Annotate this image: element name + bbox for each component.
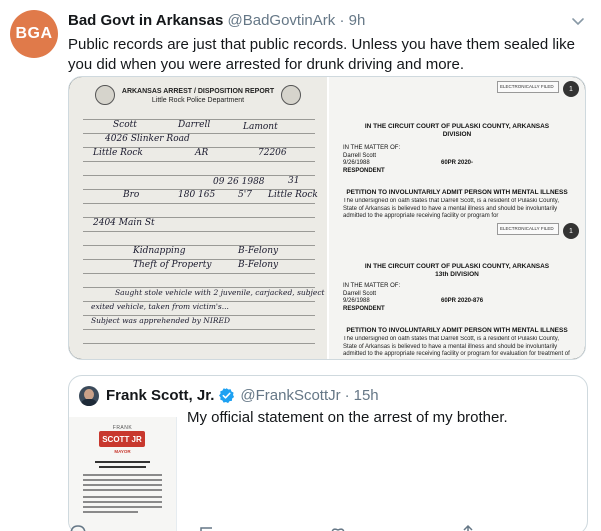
reply-icon[interactable] <box>68 521 88 531</box>
report-form: Scott Darrell Lamont 4026 Slinker Road Lit… <box>83 119 325 349</box>
court-heading: IN THE CIRCUIT COURT OF PULASKI COUNTY, … <box>364 123 550 130</box>
tweet-actions <box>68 521 588 531</box>
tweet-header: Bad Govt in Arkansas @BadGovtinArk · 9h <box>68 12 365 29</box>
efiled-stamp: ELECTRONICALLY FILED <box>497 223 559 235</box>
court-division: 13th DIVISION <box>435 271 479 278</box>
verified-badge-icon <box>218 387 235 404</box>
report-title: ARKANSAS ARREST / DISPOSITION REPORT Lit… <box>121 88 275 104</box>
court-division: DIVISION <box>442 131 472 138</box>
petition-body: The undersigned on oath states that Darr… <box>343 198 560 219</box>
quoted-author-handle[interactable]: @FrankScottJr <box>240 387 340 404</box>
author-display-name[interactable]: Bad Govt in Arkansas <box>68 12 223 29</box>
petition-title: PETITION TO INVOLUNTARILY ADMIT PERSON W… <box>346 327 568 334</box>
header-separator: · <box>339 12 345 29</box>
tweet-timestamp[interactable]: 9h <box>349 12 366 29</box>
tweet-text: Public records are just that public reco… <box>68 36 575 73</box>
quoted-tweet-media[interactable]: FRANK SCOTT JR MAYOR <box>69 417 177 531</box>
like-icon[interactable] <box>328 521 348 531</box>
petition-body: The undersigned on oath states that Darr… <box>343 336 570 359</box>
mayor-logo: SCOTT JR <box>99 431 145 447</box>
quoted-author-display-name[interactable]: Frank Scott, Jr. <box>106 387 214 404</box>
court-petition-image[interactable]: ELECTRONICALLY FILED 1 IN THE CIRCUIT CO… <box>329 77 585 359</box>
share-icon[interactable] <box>458 521 478 531</box>
image-count-badge: 1 <box>563 223 579 239</box>
header-separator: · <box>344 387 350 404</box>
tweet[interactable]: BGA Bad Govt in Arkansas @BadGovtinArk ·… <box>0 0 601 531</box>
logo-sub-text: MAYOR <box>114 449 131 454</box>
quoted-tweet-header: Frank Scott, Jr. @FrankScottJr · 15h <box>106 387 379 404</box>
efiled-stamp: ELECTRONICALLY FILED <box>497 81 559 93</box>
author-handle[interactable]: @BadGovtinArk <box>228 12 336 29</box>
case-number: 60PR 2020-876 <box>441 298 484 304</box>
matter-block: IN THE MATTER OF: Darrell Scott 9/26/198… <box>343 145 401 174</box>
quoted-tweet-timestamp[interactable]: 15h <box>354 387 379 404</box>
court-heading: IN THE CIRCUIT COURT OF PULASKI COUNTY, … <box>364 263 550 270</box>
tweet-media[interactable]: ARKANSAS ARREST / DISPOSITION REPORT Lit… <box>68 76 586 360</box>
chevron-down-icon[interactable] <box>569 12 587 30</box>
case-number: 60PR 2020- <box>441 160 474 166</box>
quoted-tweet-text: My official statement on the arrest of m… <box>187 409 508 426</box>
statement-text-lines <box>83 461 162 516</box>
image-count-badge: 1 <box>563 81 579 97</box>
quoted-tweet[interactable]: Frank Scott, Jr. @FrankScottJr · 15h FRA… <box>68 375 588 531</box>
retweet-icon[interactable] <box>198 521 218 531</box>
author-avatar[interactable]: BGA <box>10 10 58 58</box>
arrest-report-image[interactable]: ARKANSAS ARREST / DISPOSITION REPORT Lit… <box>69 77 329 359</box>
quoted-author-avatar[interactable] <box>79 386 99 406</box>
matter-block: IN THE MATTER OF: Darrell Scott 9/26/198… <box>343 283 401 312</box>
petition-title: PETITION TO INVOLUNTARILY ADMIT PERSON W… <box>346 189 568 196</box>
